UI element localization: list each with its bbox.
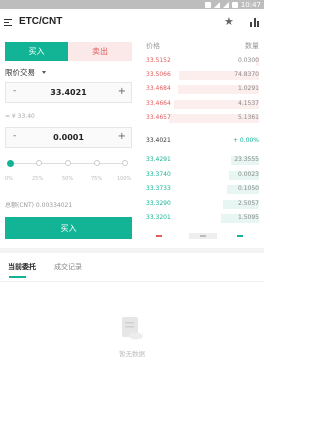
slider-ticks: 0% 25% 50% 75% 100%: [5, 176, 131, 184]
bid-amount: 2.5057: [238, 200, 259, 207]
ask-amount: 1.0291: [238, 85, 259, 92]
tab-buy[interactable]: 买入: [5, 42, 68, 61]
price-input[interactable]: 33.4021: [6, 88, 131, 97]
order-type-select[interactable]: 限价交易: [5, 67, 46, 78]
status-time: 10:47: [240, 0, 261, 9]
tab-trade-history[interactable]: 成交记录: [54, 262, 82, 272]
bid-amount: 23.3555: [234, 156, 259, 163]
price-header: 价格: [146, 42, 160, 50]
show-both-button[interactable]: [189, 233, 217, 239]
bid-row[interactable]: 33.3290 2.5057: [146, 200, 259, 210]
slider-tick: 25%: [32, 176, 44, 182]
slider-stop-100[interactable]: [122, 160, 128, 166]
buy-button[interactable]: 买入: [5, 217, 132, 239]
bid-row[interactable]: 33.4291 23.3555: [146, 156, 259, 166]
bid-row[interactable]: 33.3201 1.5095: [146, 214, 259, 224]
bid-price: 33.3733: [146, 185, 171, 192]
slider-stop-25[interactable]: [36, 160, 42, 166]
slider-stop-75[interactable]: [94, 160, 100, 166]
bid-amount: 0.1050: [238, 185, 259, 192]
show-asks-only-button[interactable]: [150, 233, 168, 239]
slider-handle[interactable]: [7, 159, 14, 167]
price-plus-button[interactable]: +: [118, 86, 126, 97]
amount-input[interactable]: 0.0001: [6, 133, 131, 142]
last-price-row: 33.4021 + 0.00%: [146, 137, 259, 147]
active-tab-indicator: [9, 276, 26, 278]
slider-tick: 50%: [62, 176, 74, 182]
bid-price: 33.3740: [146, 171, 171, 178]
depth-mode-control: [146, 233, 259, 239]
ask-amount: 74.8370: [234, 71, 259, 78]
price-stepper: - 33.4021 +: [5, 82, 132, 103]
status-bar: 10:47: [0, 0, 264, 9]
bid-amount: 1.5095: [238, 214, 259, 221]
trade-tabs: 买入 卖出: [5, 42, 132, 61]
slider-tick: 75%: [91, 176, 103, 182]
star-icon[interactable]: ★: [224, 14, 234, 30]
amount-plus-button[interactable]: +: [118, 131, 126, 142]
bid-row[interactable]: 33.3740 0.0023: [146, 171, 259, 181]
pair-title[interactable]: ETC/CNT: [19, 16, 62, 27]
ask-amount: 0.0300: [238, 57, 259, 64]
ask-amount: 4.1537: [238, 100, 259, 107]
amount-slider[interactable]: [7, 159, 128, 167]
ask-price: 33.4684: [146, 85, 171, 92]
ask-price: 33.4657: [146, 114, 171, 121]
ask-row[interactable]: 33.4657 5.1361: [146, 114, 259, 124]
last-price: 33.4021: [146, 137, 171, 144]
order-type-label: 限价交易: [5, 68, 35, 77]
total-amount: 总额(CNT) 0.00334021: [5, 202, 73, 209]
bid-row[interactable]: 33.3733 0.1050: [146, 185, 259, 195]
menu-icon[interactable]: [4, 19, 12, 26]
ask-price: 33.5152: [146, 57, 171, 64]
tab-sell[interactable]: 卖出: [68, 42, 132, 61]
ask-row[interactable]: 33.4684 1.0291: [146, 85, 259, 95]
price-change: + 0.00%: [233, 137, 259, 144]
slider-stop-50[interactable]: [65, 160, 71, 166]
empty-state-text: 暂无数据: [119, 350, 145, 358]
ask-price: 33.4664: [146, 100, 171, 107]
header: ETC/CNT ★: [0, 9, 264, 36]
amount-stepper: - 0.0001 +: [5, 127, 132, 148]
bid-price: 33.3201: [146, 214, 171, 221]
bluetooth-icon: [204, 1, 211, 8]
battery-icon: [231, 1, 238, 8]
orders-tabs: 当前委托 成交记录: [0, 258, 264, 282]
slider-tick: 100%: [117, 176, 132, 182]
section-divider: [0, 248, 264, 253]
slider-tick: 0%: [5, 176, 13, 182]
signal-icon: [222, 1, 229, 8]
show-bids-only-button[interactable]: [231, 233, 249, 239]
price-approx: ≈ ¥ 33.40: [5, 113, 35, 120]
wifi-icon: [213, 1, 220, 8]
kline-chart-icon[interactable]: [250, 18, 259, 27]
bid-amount: 0.0023: [238, 171, 259, 178]
tab-current-orders[interactable]: 当前委托: [8, 262, 36, 272]
bid-price: 33.3290: [146, 200, 171, 207]
ask-row[interactable]: 33.5152 0.0300: [146, 57, 259, 67]
ask-row[interactable]: 33.4664 4.1537: [146, 100, 259, 110]
caret-down-icon: [42, 71, 46, 74]
empty-document-icon: [122, 317, 143, 340]
bid-price: 33.4291: [146, 156, 171, 163]
ask-amount: 5.1361: [238, 114, 259, 121]
amount-header: 数量: [245, 42, 259, 50]
ask-price: 33.5066: [146, 71, 171, 78]
ask-row[interactable]: 33.5066 74.8370: [146, 71, 259, 81]
